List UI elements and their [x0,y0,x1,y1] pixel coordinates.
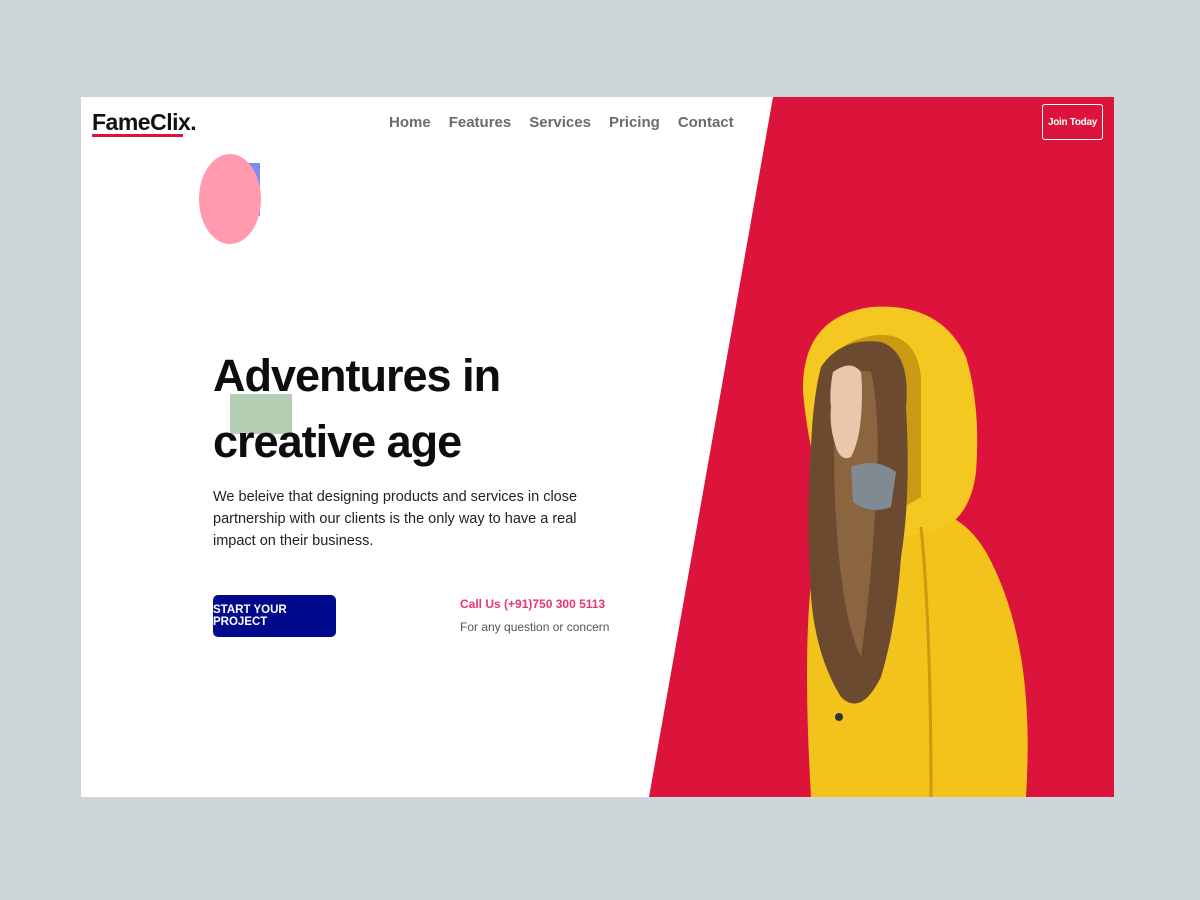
nav-item-contact[interactable]: Contact [678,114,734,131]
call-us-note: For any question or concern [460,620,610,634]
hero-description: We beleive that designing products and s… [213,489,578,549]
decorative-green-rectangle [230,394,292,434]
nav-item-services[interactable]: Services [529,114,591,131]
nav-item-home[interactable]: Home [389,114,431,131]
call-us-phone[interactable]: Call Us (+91)750 300 5113 [460,597,605,611]
decorative-pink-circle [199,154,261,244]
brand-logo[interactable]: FameClix. [92,109,197,136]
logo-underline [92,134,183,137]
join-today-button[interactable]: Join Today [1042,104,1103,140]
nav-item-pricing[interactable]: Pricing [609,114,660,131]
start-project-button[interactable]: START YOUR PROJECT [213,595,336,637]
hero-photo-woman-yellow-raincoat [802,306,1028,797]
landing-page: FameClix. Home Features Services Pricing… [81,97,1114,797]
nav-item-features[interactable]: Features [449,114,512,131]
main-nav: Home Features Services Pricing Contact [389,114,734,131]
